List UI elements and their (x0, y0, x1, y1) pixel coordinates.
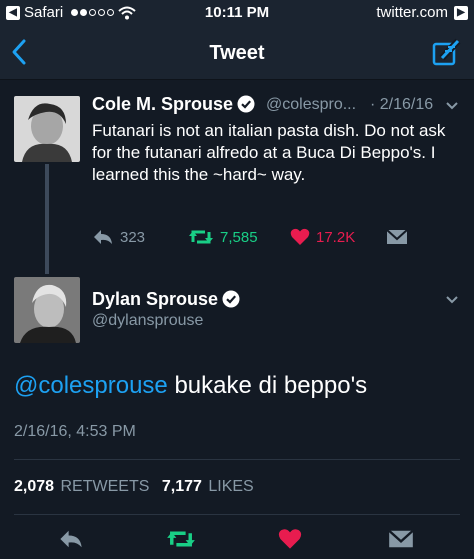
divider (14, 514, 460, 515)
main-tweet-text: @colesprouse bukake di beppo's (14, 372, 367, 400)
main-author-name[interactable]: Dylan Sprouse (92, 289, 240, 310)
parent-author-name[interactable]: Cole M. Sprouse (92, 94, 255, 115)
like-count: 17.2K (316, 228, 356, 246)
verified-badge-icon (237, 95, 255, 113)
retweets-stat-count: 2,078 (14, 478, 55, 495)
parent-tweet-actions: 323 7,585 17.2K (92, 228, 422, 252)
forward-to-site-icon[interactable]: ▶ (454, 5, 468, 20)
verified-badge-icon (222, 290, 240, 308)
avatar-dylan[interactable] (14, 277, 80, 343)
envelope-icon (386, 229, 408, 244)
like-button[interactable]: 17.2K (290, 228, 355, 246)
thread-connector (45, 164, 49, 274)
chevron-down-icon[interactable] (444, 98, 460, 114)
main-tweet-timestamp: 2/16/16, 4:53 PM (14, 423, 136, 440)
likes-stat-label: LIKES (208, 478, 254, 495)
envelope-icon[interactable] (388, 528, 414, 550)
status-right: twitter.com ▶ (376, 4, 468, 21)
site-label[interactable]: twitter.com (376, 4, 448, 21)
retweet-button[interactable]: 7,585 (188, 228, 258, 246)
divider (14, 459, 460, 460)
reply-button[interactable]: 323 (92, 228, 145, 246)
parent-tweet-text: Futanari is not an italian pasta dish. D… (92, 121, 446, 184)
retweet-count: 7,585 (220, 228, 258, 246)
parent-author-name-text: Cole M. Sprouse (92, 94, 234, 114)
retweet-icon (189, 230, 213, 244)
mention-link[interactable]: @colesprouse (14, 372, 168, 399)
main-tweet-body: bukake di beppo's (167, 372, 368, 399)
avatar-cole[interactable] (14, 96, 80, 162)
retweets-stat[interactable]: 2,078 RETWEETS (14, 478, 157, 495)
parent-tweet-date[interactable]: · 2/16/16 (370, 96, 433, 114)
nav-bar: Tweet (0, 26, 474, 80)
tweet-stats: 2,078 RETWEETS 7,177 LIKES (14, 478, 262, 496)
reply-count: 323 (120, 228, 146, 246)
parent-author-handle[interactable]: @colespro... (266, 96, 356, 114)
reply-icon (94, 230, 112, 244)
chevron-down-icon[interactable] (444, 292, 460, 308)
likes-stat-count: 7,177 (161, 478, 202, 495)
main-author-handle[interactable]: @dylansprouse (92, 312, 203, 330)
page-title: Tweet (209, 42, 265, 64)
heart-icon (290, 228, 310, 245)
likes-stat[interactable]: 7,177 LIKES (162, 478, 262, 495)
main-tweet-actions (0, 526, 474, 556)
main-author-name-text: Dylan Sprouse (92, 289, 219, 309)
status-bar: ◀ Safari 10:11 PM twitter.com ▶ (0, 0, 474, 26)
direct-message-button[interactable] (386, 228, 408, 246)
heart-icon[interactable] (278, 528, 302, 550)
compose-tweet-icon[interactable] (432, 38, 462, 68)
retweet-icon[interactable] (166, 528, 196, 550)
reply-icon[interactable] (58, 528, 84, 550)
retweets-stat-label: RETWEETS (60, 478, 150, 495)
